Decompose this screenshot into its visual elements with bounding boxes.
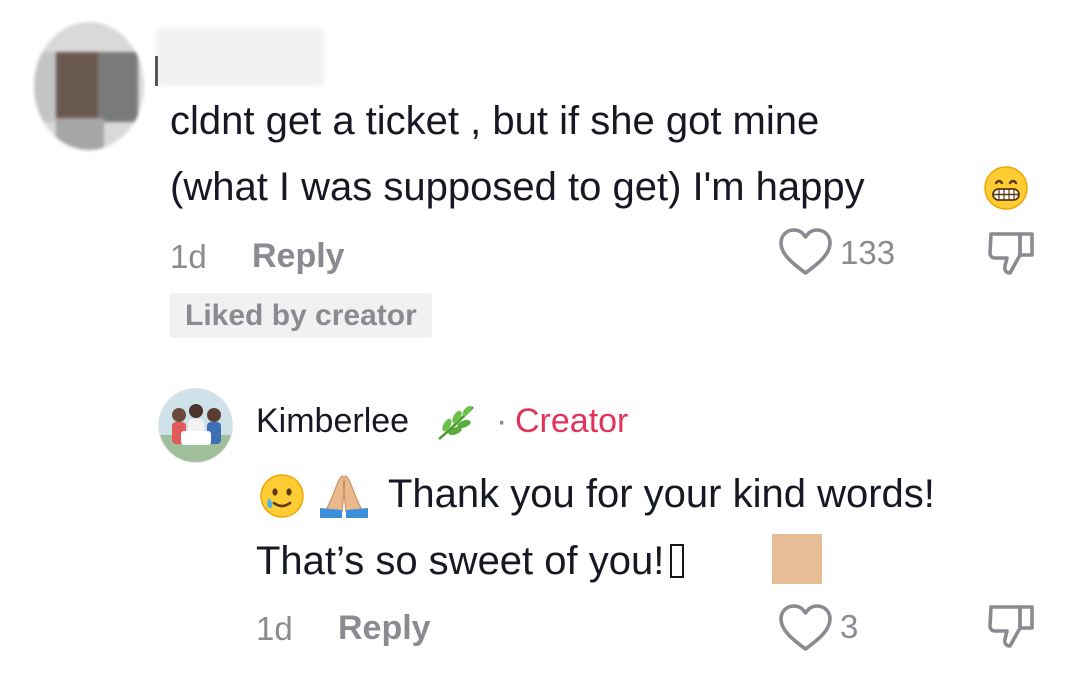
reply-text-line-2-content: That’s so sweet of you! bbox=[256, 539, 665, 583]
grinning-face-icon bbox=[983, 165, 1029, 211]
comment-dislike-thumb-icon[interactable] bbox=[986, 229, 1038, 277]
liked-by-creator-badge: Liked by creator bbox=[170, 293, 432, 338]
reply-dislike-thumb-icon[interactable] bbox=[986, 602, 1038, 650]
reply-timestamp: 1d bbox=[256, 610, 293, 647]
comment-text-line-1: cldnt get a ticket , but if she got mine bbox=[170, 99, 820, 143]
creator-name[interactable]: Kimberlee bbox=[256, 402, 409, 441]
reply-like-heart-icon[interactable] bbox=[778, 603, 833, 653]
commenter-name-blurred[interactable] bbox=[156, 28, 324, 86]
herb-icon bbox=[433, 403, 477, 443]
comment-like-count: 133 bbox=[840, 234, 896, 271]
reply-text-line-1: Thank you for your kind words! bbox=[388, 472, 935, 516]
creator-name-text: Kimberlee bbox=[256, 402, 410, 440]
separator-dot: · bbox=[496, 402, 508, 440]
reply-like-count: 3 bbox=[840, 608, 859, 645]
commenter-name-blur-edge bbox=[155, 56, 158, 86]
comment-like-heart-icon[interactable] bbox=[778, 227, 833, 277]
comment-timestamp: 1d bbox=[170, 238, 207, 275]
smiling-face-with-tear-icon bbox=[258, 472, 306, 520]
creator-label: Creator bbox=[515, 402, 629, 440]
comment-reply-button[interactable]: Reply bbox=[252, 237, 345, 276]
missing-glyph-box bbox=[670, 544, 685, 578]
skin-tone-modifier-swatch bbox=[772, 534, 822, 584]
creator-avatar[interactable] bbox=[158, 388, 233, 463]
reply-text-line-2: That’s so sweet of you! bbox=[256, 528, 685, 594]
commenter-avatar-blurred[interactable] bbox=[34, 22, 144, 150]
reply-reply-button[interactable]: Reply bbox=[338, 609, 431, 648]
folded-hands-icon bbox=[316, 472, 372, 520]
comment-text-line-2-content: (what I was supposed to get) I'm happy bbox=[170, 165, 865, 209]
comment-text-line-2: (what I was supposed to get) I'm happy bbox=[170, 154, 865, 220]
